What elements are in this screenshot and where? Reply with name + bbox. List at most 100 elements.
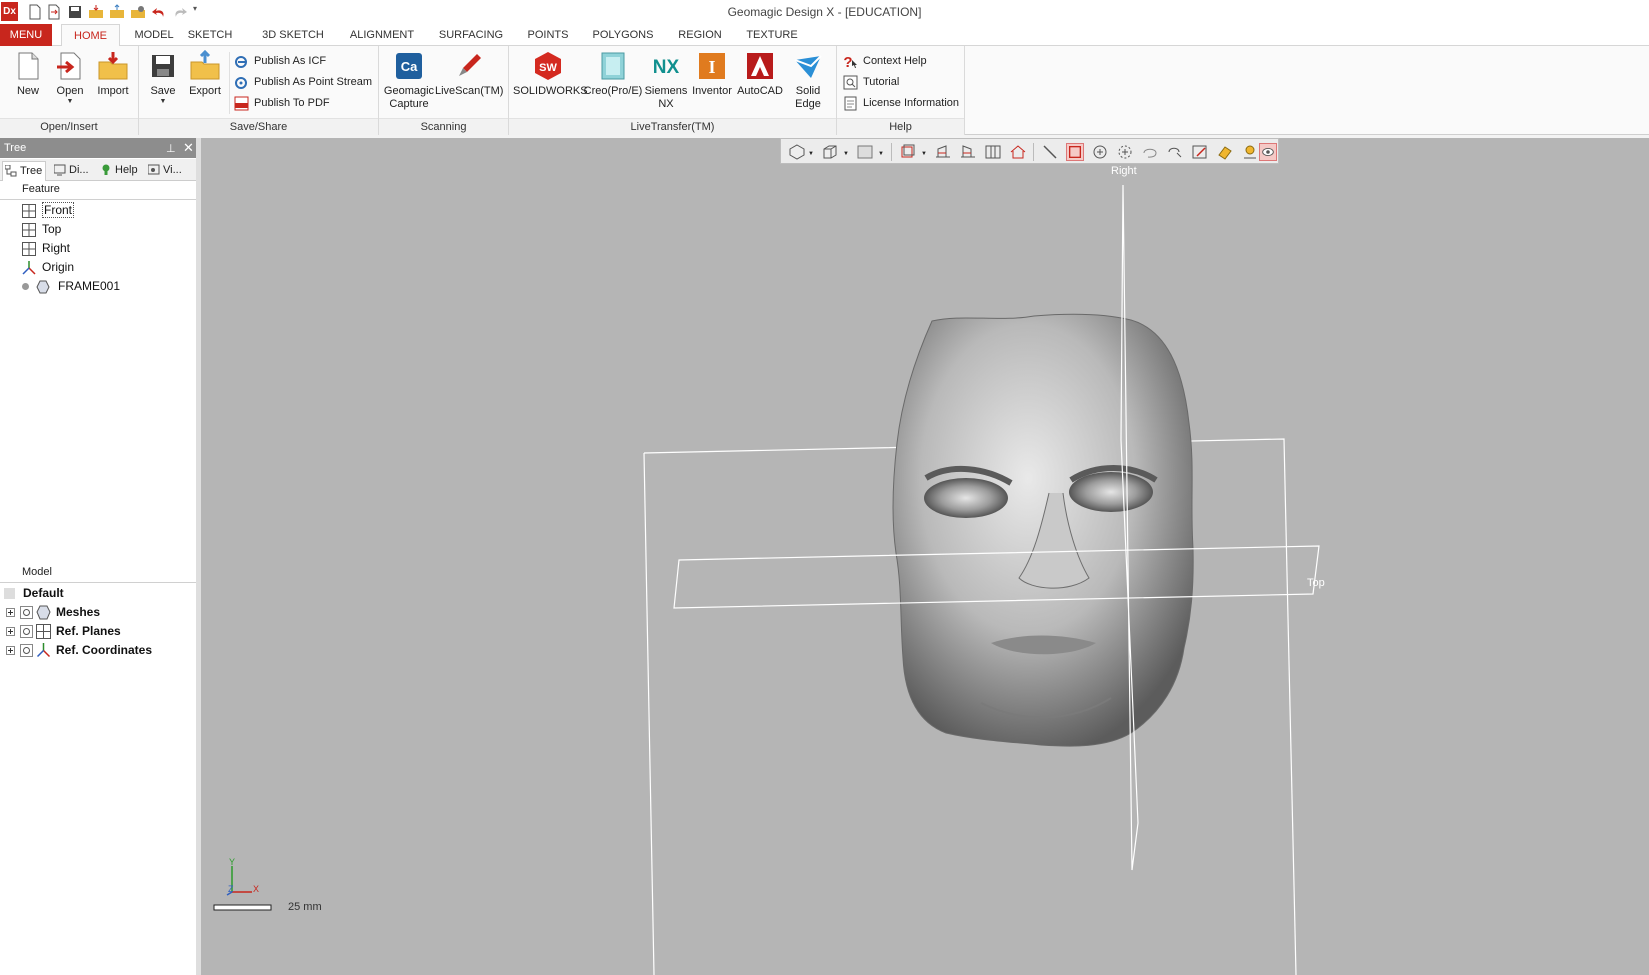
- scene-canvas[interactable]: Y X Z: [201, 138, 1649, 975]
- tutorial-icon: [843, 75, 858, 90]
- expand-icon[interactable]: [6, 627, 15, 636]
- siemens-nx-button[interactable]: NX Siemens NX: [643, 50, 689, 111]
- tutorial-label: Tutorial: [863, 76, 900, 88]
- import-button[interactable]: Import: [93, 50, 133, 98]
- tree-item-label: Front: [42, 202, 75, 218]
- tab-region[interactable]: REGION: [671, 24, 729, 46]
- model-item-default[interactable]: Default: [4, 584, 64, 603]
- export-button[interactable]: Export: [183, 50, 227, 98]
- tab-help-label: Help: [115, 164, 138, 176]
- open-dropdown-icon[interactable]: ▼: [52, 98, 88, 106]
- plane-clip-icon[interactable]: [934, 143, 952, 161]
- publish-icf-icon: [235, 56, 247, 68]
- close-icon[interactable]: ✕: [183, 138, 194, 158]
- view-toolbar: ▼ ▼ ▼ ▼: [780, 138, 1279, 164]
- freeform-select-icon[interactable]: [1166, 143, 1184, 161]
- new-button[interactable]: New: [10, 50, 46, 98]
- group-scanning: Ca Geomagic Capture LiveScan(TM) Scannin…: [379, 46, 509, 135]
- render-mode-icon[interactable]: [856, 143, 874, 161]
- publish-point-stream-button[interactable]: Publish As Point Stream: [234, 73, 372, 91]
- dropdown-icon[interactable]: ▼: [843, 151, 849, 157]
- tab-alignment[interactable]: ALIGNMENT: [345, 24, 419, 46]
- tree-item-right[interactable]: Right: [22, 239, 70, 258]
- autocad-button[interactable]: AutoCAD: [735, 50, 785, 98]
- svg-text:NX: NX: [653, 57, 680, 78]
- view-orientation-icon[interactable]: [788, 143, 806, 161]
- visibility-dot-icon[interactable]: [22, 283, 29, 290]
- help-bulb-icon: [102, 164, 110, 175]
- export-folder-icon: [190, 50, 220, 80]
- paint-select-icon[interactable]: [1191, 143, 1209, 161]
- rectangle-select-icon[interactable]: [1066, 143, 1084, 161]
- tutorial-button[interactable]: Tutorial: [843, 73, 899, 91]
- model-item-label: Ref. Coordinates: [56, 643, 153, 657]
- extend-select-icon[interactable]: [1241, 143, 1259, 161]
- tab-texture[interactable]: TEXTURE: [744, 24, 800, 46]
- publish-icf-button[interactable]: Publish As ICF: [234, 52, 326, 70]
- lasso-select-icon[interactable]: [1141, 143, 1159, 161]
- tab-surfacing[interactable]: SURFACING: [435, 24, 507, 46]
- tab-points[interactable]: POINTS: [522, 24, 574, 46]
- inventor-button[interactable]: I Inventor: [689, 50, 735, 98]
- section-view-icon[interactable]: [899, 143, 917, 161]
- model-item-meshes[interactable]: Meshes: [6, 603, 100, 622]
- tab-model[interactable]: MODEL: [125, 24, 183, 46]
- mesh-icon: [36, 605, 51, 620]
- publish-pdf-button[interactable]: Publish To PDF: [234, 94, 330, 112]
- inventor-icon: I: [699, 53, 725, 79]
- group-open-insert: New Open ▼ Import Open/Insert: [0, 46, 139, 135]
- visibility-eye-icon[interactable]: [20, 606, 33, 619]
- 3d-viewport[interactable]: Y X Z Right Top 25 mm ▼ ▼ ▼ ▼: [201, 138, 1649, 975]
- view-cube-icon[interactable]: [821, 143, 839, 161]
- expand-icon[interactable]: [6, 608, 15, 617]
- creo-button[interactable]: Creo(Pro/E): [583, 50, 643, 98]
- dropdown-icon[interactable]: ▼: [921, 151, 927, 157]
- solidworks-button[interactable]: SW SOLIDWORKS: [513, 50, 588, 98]
- tree-item-top[interactable]: Top: [22, 220, 61, 239]
- model-item-ref-planes[interactable]: Ref. Planes: [6, 622, 121, 641]
- dropdown-icon[interactable]: ▼: [878, 151, 884, 157]
- tab-3d-sketch[interactable]: 3D SKETCH: [258, 24, 328, 46]
- polygon-select-icon[interactable]: [1116, 143, 1134, 161]
- save-dropdown-icon[interactable]: ▼: [145, 98, 181, 106]
- tree-item-front[interactable]: Front: [22, 201, 75, 220]
- display-icon: [54, 164, 66, 176]
- livescan-button[interactable]: LiveScan(TM): [435, 50, 503, 98]
- tree-item-frame001[interactable]: FRAME001: [22, 277, 120, 296]
- solidworks-icon: SW: [535, 52, 561, 80]
- tab-view-label: Vi...: [163, 164, 182, 176]
- context-help-icon: ?: [843, 54, 857, 69]
- split-view-icon[interactable]: [984, 143, 1002, 161]
- circle-select-icon[interactable]: [1091, 143, 1109, 161]
- group-label-save-share: Save/Share: [139, 118, 378, 135]
- separator: [891, 143, 892, 161]
- visibility-toggle-icon[interactable]: [1259, 143, 1277, 161]
- line-select-icon[interactable]: [1041, 143, 1059, 161]
- visibility-eye-icon[interactable]: [20, 625, 33, 638]
- house-view-icon[interactable]: [1009, 143, 1027, 161]
- dropdown-icon[interactable]: ▼: [808, 151, 814, 157]
- geomagic-capture-button[interactable]: Ca Geomagic Capture: [383, 50, 435, 111]
- solid-edge-button[interactable]: Solid Edge: [785, 50, 831, 111]
- svg-text:I: I: [708, 57, 715, 77]
- tab-menu[interactable]: MENU: [0, 24, 52, 46]
- tab-home[interactable]: HOME: [61, 24, 120, 47]
- tree-item-origin[interactable]: Origin: [22, 258, 74, 277]
- axis-x-label: X: [253, 884, 259, 894]
- visibility-eye-icon[interactable]: [20, 644, 33, 657]
- tab-sketch[interactable]: SKETCH: [186, 24, 234, 46]
- origin-axes-icon: [36, 643, 51, 658]
- open-button[interactable]: Open ▼: [52, 50, 88, 106]
- face-mesh[interactable]: [892, 313, 1194, 747]
- license-information-button[interactable]: License Information: [843, 94, 959, 112]
- plane-clip-2-icon[interactable]: [959, 143, 977, 161]
- paint-brush-icon[interactable]: [1216, 143, 1234, 161]
- context-help-button[interactable]: ? Context Help: [843, 52, 926, 70]
- model-item-ref-coordinates[interactable]: Ref. Coordinates: [6, 641, 152, 660]
- pin-icon[interactable]: ⊥: [166, 139, 176, 159]
- save-button[interactable]: Save ▼: [145, 50, 181, 106]
- geomagic-capture-icon: Ca: [396, 53, 422, 79]
- license-information-label: License Information: [863, 97, 959, 109]
- tab-polygons[interactable]: POLYGONS: [588, 24, 658, 46]
- expand-icon[interactable]: [6, 646, 15, 655]
